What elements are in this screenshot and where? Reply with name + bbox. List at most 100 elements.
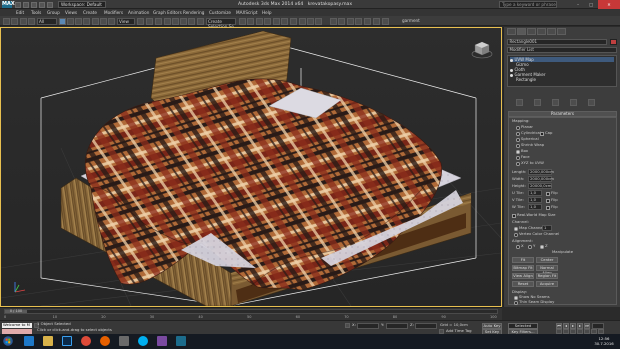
- menu-customize[interactable]: Customize: [209, 9, 231, 16]
- max-icon[interactable]: [176, 336, 186, 346]
- modifier-list-dropdown[interactable]: Modifier List: [507, 47, 617, 53]
- vertex-color-channel-radio[interactable]: [514, 233, 518, 237]
- menu-rendering[interactable]: Rendering: [183, 9, 204, 16]
- display-tab-icon[interactable]: [547, 28, 556, 35]
- cap-checkbox[interactable]: [540, 132, 544, 136]
- motion-tab-icon[interactable]: [537, 28, 546, 35]
- move-icon[interactable]: [92, 17, 99, 25]
- batch-render-icon[interactable]: [364, 17, 371, 25]
- scale-icon[interactable]: [108, 17, 115, 25]
- select-by-name-icon[interactable]: [67, 17, 74, 25]
- show-no-seams-radio[interactable]: [514, 296, 518, 300]
- viewcube[interactable]: [471, 38, 493, 60]
- unlink-icon[interactable]: [28, 17, 35, 25]
- snap-toggle-icon[interactable]: [164, 17, 171, 25]
- spherical-radio[interactable]: [516, 138, 520, 142]
- keyboard-shortcut-icon[interactable]: [155, 17, 162, 25]
- menu-help[interactable]: Help: [262, 9, 272, 16]
- configure-modifier-sets-icon[interactable]: [588, 99, 595, 106]
- menu-graph-editors[interactable]: Graph Editors: [153, 9, 182, 16]
- map-channel-radio[interactable]: [514, 227, 518, 231]
- curve-editor-icon[interactable]: [273, 17, 280, 25]
- show-end-result-icon[interactable]: [534, 99, 541, 106]
- workspace-dropdown[interactable]: Workspace: Default: [58, 1, 106, 8]
- view-align-button[interactable]: View Align: [512, 273, 534, 279]
- face-radio[interactable]: [516, 156, 520, 160]
- close-button[interactable]: ✕: [598, 0, 620, 9]
- make-unique-icon[interactable]: [552, 99, 559, 106]
- spinner-snap-icon[interactable]: [188, 17, 195, 25]
- reference-coordinate-dropdown[interactable]: View: [117, 17, 135, 25]
- reset-button[interactable]: Reset: [512, 281, 534, 287]
- utilities-tab-icon[interactable]: [557, 28, 566, 35]
- center-button[interactable]: Center: [536, 257, 558, 263]
- maximize-button[interactable]: □: [585, 0, 597, 9]
- menu-modifiers[interactable]: Modifiers: [104, 9, 123, 16]
- menu-edit[interactable]: Edit: [16, 9, 24, 16]
- shrink-wrap-radio[interactable]: [516, 144, 520, 148]
- box-radio[interactable]: [516, 150, 520, 154]
- w-tile-spinner[interactable]: 1,0: [528, 204, 542, 210]
- percent-snap-icon[interactable]: [180, 17, 187, 25]
- xyz-to-uvw-radio[interactable]: [516, 162, 520, 166]
- firefox-icon[interactable]: [100, 336, 110, 346]
- height-spinner[interactable]: 20000,0cm: [528, 183, 552, 189]
- undo-icon[interactable]: [39, 1, 45, 8]
- environment-icon[interactable]: [347, 17, 354, 25]
- object-name-field[interactable]: Rectangle001: [507, 39, 607, 45]
- width-spinner[interactable]: 2000,000cm: [528, 176, 554, 182]
- window-crossing-icon[interactable]: [83, 17, 90, 25]
- align-y-radio[interactable]: [528, 245, 532, 249]
- pivot-center-icon[interactable]: [137, 17, 144, 25]
- absolute-mode-icon[interactable]: [345, 323, 350, 328]
- x-coordinate-field[interactable]: [357, 323, 379, 329]
- align-x-radio[interactable]: [516, 245, 520, 249]
- photoshop-icon[interactable]: [62, 336, 72, 346]
- render-setup-icon[interactable]: [299, 17, 306, 25]
- search-input[interactable]: Type a keyword or phrase: [499, 1, 557, 8]
- cylindrical-radio[interactable]: [516, 132, 520, 136]
- stack-item-rectangle[interactable]: Rectangle: [516, 77, 536, 82]
- skype-icon[interactable]: [138, 336, 148, 346]
- align-z-radio[interactable]: [540, 245, 544, 249]
- minimize-button[interactable]: –: [572, 0, 584, 9]
- ie-icon[interactable]: [24, 336, 34, 346]
- remove-modifier-icon[interactable]: [570, 99, 577, 106]
- add-time-tag[interactable]: Add Time Tag: [446, 328, 471, 334]
- named-selection-dropdown[interactable]: Create Selection Se: [206, 17, 236, 29]
- align-icon[interactable]: [247, 17, 254, 25]
- layer-manager-icon[interactable]: [256, 17, 263, 25]
- v-flip-checkbox[interactable]: [546, 199, 550, 203]
- redo-icon[interactable]: [11, 17, 18, 25]
- schematic-view-icon[interactable]: [281, 17, 288, 25]
- activeshade-icon[interactable]: [338, 17, 345, 25]
- selection-filter-dropdown[interactable]: All: [37, 17, 57, 25]
- redo-icon[interactable]: [47, 1, 53, 8]
- menu-tools[interactable]: Tools: [31, 9, 41, 16]
- folder-icon[interactable]: [43, 336, 53, 346]
- fit-button[interactable]: Fit: [512, 257, 534, 263]
- pin-stack-icon[interactable]: [516, 99, 523, 106]
- z-coordinate-field[interactable]: [415, 323, 437, 329]
- system-clock[interactable]: 12:56 30.7.2016: [592, 336, 616, 347]
- u-tile-spinner[interactable]: 1,0: [528, 190, 542, 196]
- rendered-frame-window-icon[interactable]: [307, 17, 314, 25]
- v-tile-spinner[interactable]: 1,0: [528, 197, 542, 203]
- region-fit-button[interactable]: Region Fit: [536, 273, 558, 279]
- w-flip-checkbox[interactable]: [546, 206, 550, 210]
- menu-views[interactable]: Views: [65, 9, 77, 16]
- modifier-stack[interactable]: UVW Map Gizmo Cloth Garment Maker Rectan…: [507, 55, 617, 87]
- explorer-icon[interactable]: [119, 336, 129, 346]
- normal-align-button[interactable]: Normal Align: [536, 265, 558, 274]
- u-flip-checkbox[interactable]: [546, 192, 550, 196]
- new-icon[interactable]: [15, 1, 21, 8]
- thin-seam-display-radio[interactable]: [514, 301, 518, 305]
- time-slider[interactable]: 0 / 100: [4, 309, 498, 314]
- undo-icon[interactable]: [3, 17, 10, 25]
- select-object-icon[interactable]: [59, 17, 66, 25]
- angle-snap-icon[interactable]: [172, 17, 179, 25]
- material-editor-icon[interactable]: [290, 17, 297, 25]
- length-spinner[interactable]: 2000,000cm: [528, 169, 554, 175]
- app-icon[interactable]: [157, 336, 167, 346]
- acquire-button[interactable]: Acquire: [536, 281, 558, 287]
